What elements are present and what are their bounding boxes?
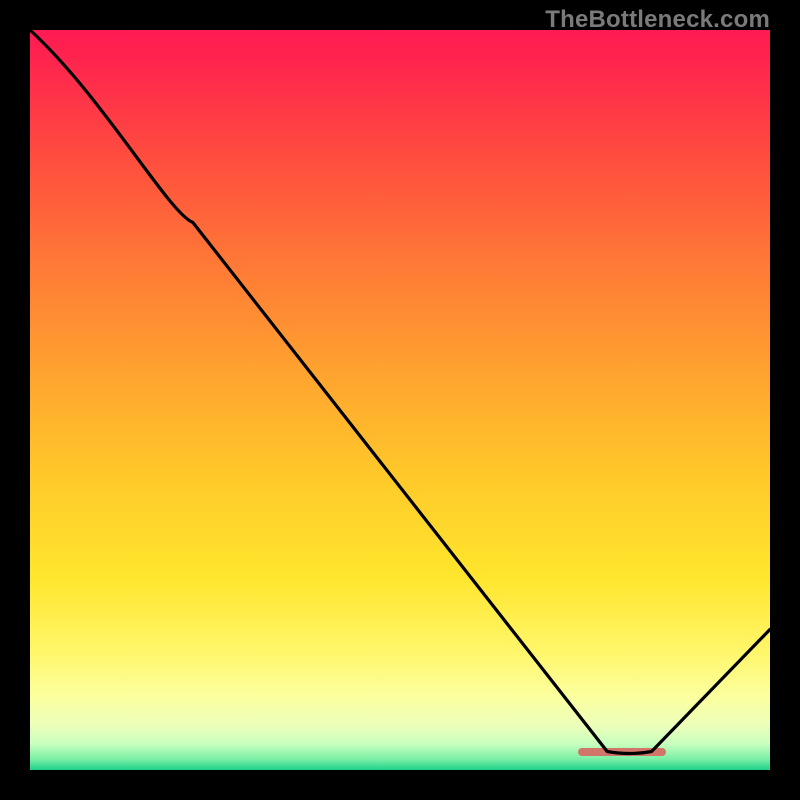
gradient-background [30,30,770,770]
bottleneck-marker [578,748,667,756]
chart-stage: TheBottleneck.com [0,0,800,800]
plot-area [30,30,770,770]
